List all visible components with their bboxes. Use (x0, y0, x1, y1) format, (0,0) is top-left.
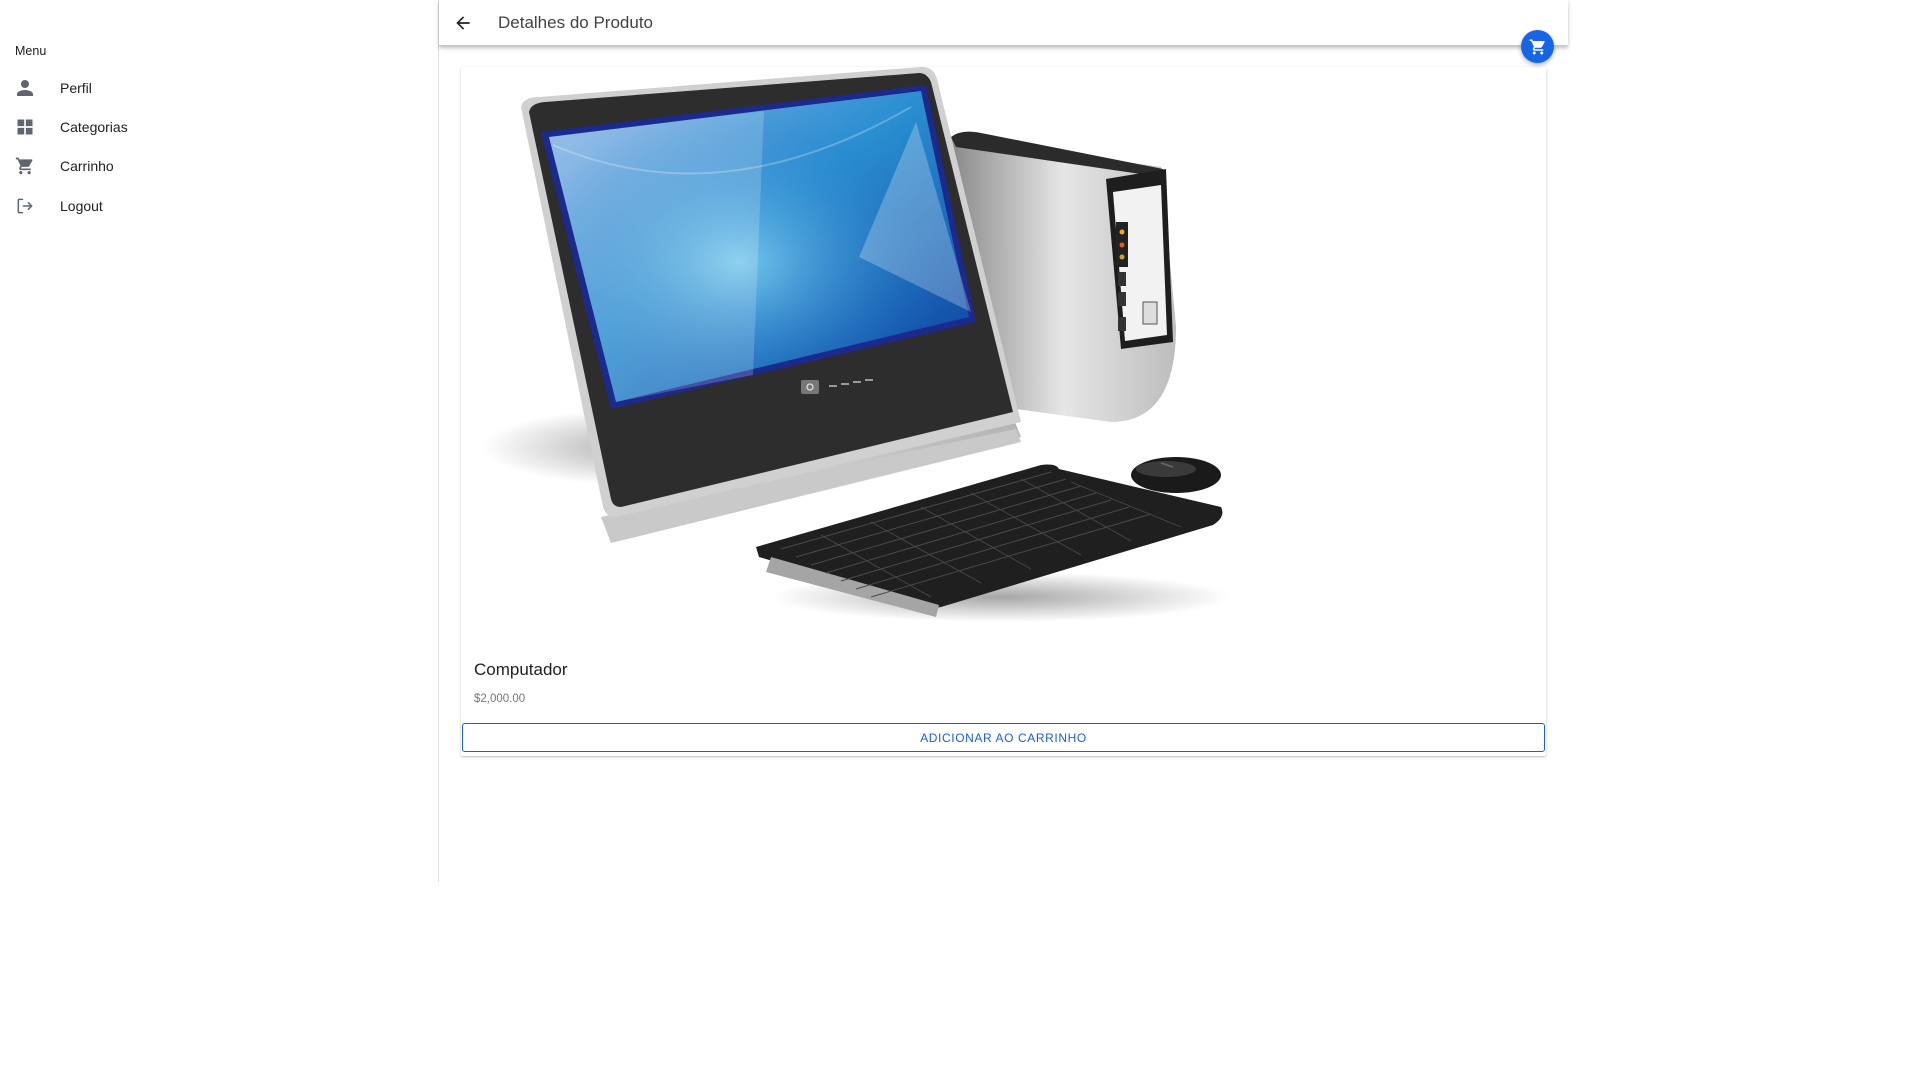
arrow-back-icon (453, 13, 473, 33)
cart-icon (1529, 38, 1547, 56)
sidebar-item-label: Perfil (60, 79, 92, 96)
sidebar-item-label: Carrinho (60, 158, 114, 175)
sidebar-item-categorias[interactable]: Categorias (0, 107, 438, 146)
page-title: Detalhes do Produto (498, 13, 653, 32)
nav-list: Perfil Categorias Carrinho Logout (0, 68, 438, 225)
top-app-bar: Detalhes do Produto (439, 0, 1568, 46)
desktop-computer-image (481, 66, 1231, 622)
sidebar-item-logout[interactable]: Logout (0, 186, 438, 225)
sidebar-item-perfil[interactable]: Perfil (0, 68, 438, 107)
sidebar-item-label: Logout (60, 197, 103, 214)
product-price: $2,000.00 (474, 693, 526, 705)
menu-title: Menu (15, 44, 47, 58)
person-icon (15, 78, 35, 98)
product-image (461, 66, 1546, 647)
sidebar-item-label: Categorias (60, 118, 128, 135)
add-to-cart-button[interactable]: ADICIONAR AO CARRINHO (462, 723, 1545, 752)
product-name: Computador (474, 660, 568, 679)
sidebar-item-carrinho[interactable]: Carrinho (0, 147, 438, 186)
back-button[interactable] (451, 11, 475, 35)
product-card: Computador $2,000.00 ADICIONAR AO CARRIN… (461, 66, 1546, 756)
grid-icon (15, 117, 35, 137)
sidebar: Menu Perfil Categorias Carrinho Logout (0, 0, 439, 882)
cart-fab-button[interactable] (1521, 30, 1554, 63)
cart-icon (15, 156, 35, 176)
logout-icon (15, 196, 35, 216)
